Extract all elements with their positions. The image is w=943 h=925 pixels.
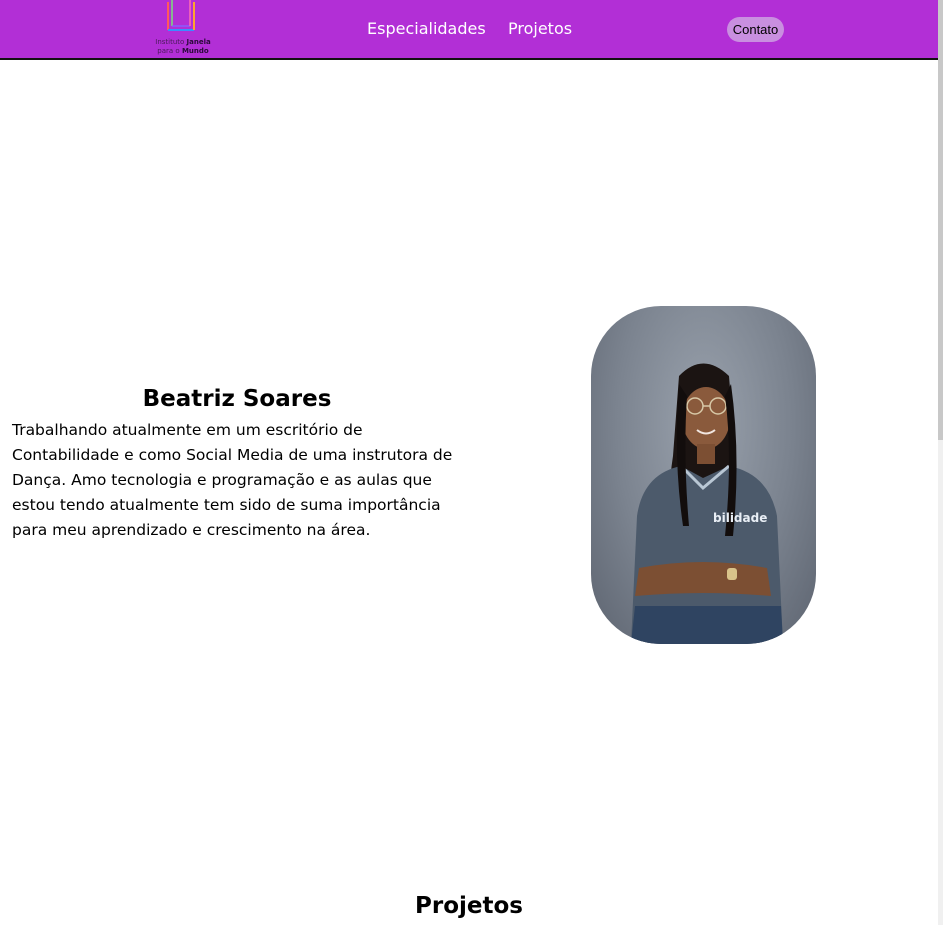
institute-logo[interactable]: Instituto Janela para o Mundo xyxy=(150,0,216,58)
scrollbar-track[interactable] xyxy=(938,0,943,925)
nav-link-projetos[interactable]: Projetos xyxy=(508,19,572,38)
contact-button[interactable]: Contato xyxy=(727,17,784,42)
person-portrait-image: bilidade xyxy=(631,363,783,644)
scrollbar-thumb[interactable] xyxy=(938,0,943,440)
window-logo-icon xyxy=(167,0,195,31)
shirt-text: bilidade xyxy=(713,511,767,525)
profile-name: Beatriz Soares xyxy=(142,386,332,412)
profile-bio: Trabalhando atualmente em um escritório … xyxy=(12,421,453,539)
site-header: Instituto Janela para o Mundo Especialid… xyxy=(0,0,938,60)
nav-link-especialidades[interactable]: Especialidades xyxy=(367,19,486,38)
projects-section-title: Projetos xyxy=(415,893,523,919)
profile-photo: bilidade xyxy=(591,306,816,644)
logo-text: Instituto Janela para o Mundo xyxy=(155,38,211,55)
